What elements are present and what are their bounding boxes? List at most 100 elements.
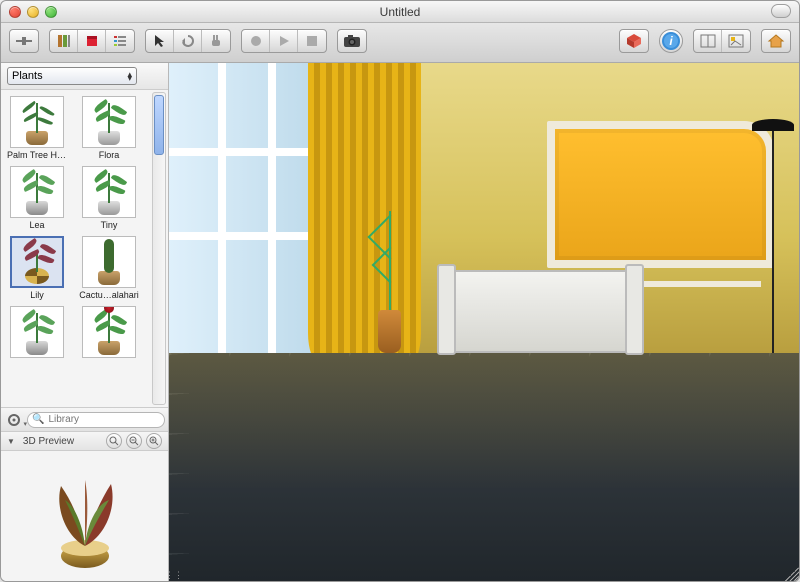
home-button[interactable] — [761, 29, 791, 53]
stop-button[interactable] — [298, 30, 326, 52]
info-icon: i — [661, 31, 681, 51]
record-button[interactable] — [242, 30, 270, 52]
library-item[interactable]: Lea — [7, 166, 67, 230]
library-red-icon — [84, 33, 100, 49]
close-window-button[interactable] — [9, 6, 21, 18]
3d-viewport[interactable]: ⋮⋮ — [169, 63, 799, 581]
plant-icon — [11, 97, 63, 147]
library-thumbnail — [82, 236, 136, 288]
view-picture-button[interactable] — [722, 30, 750, 52]
record-group — [241, 29, 327, 53]
plant-icon — [11, 307, 63, 357]
plant-icon — [83, 307, 135, 357]
record-icon — [251, 36, 261, 46]
view-group — [693, 29, 751, 53]
zoom-in-icon — [149, 436, 159, 446]
stop-icon — [307, 36, 317, 46]
chevron-updown-icon: ▴▾ — [127, 72, 132, 80]
library-item-label: Cactu…alahari — [79, 290, 139, 300]
library-books-icon — [56, 33, 72, 49]
window-title: Untitled — [1, 5, 799, 19]
preview-3d[interactable] — [1, 451, 168, 581]
window-controls — [9, 6, 57, 18]
app-body: Plants ▴▾ Palm Tree High Flora Lea Tiny Lily… — [1, 63, 799, 581]
package-button[interactable] — [619, 29, 649, 53]
toolbar-pill-button[interactable] — [771, 4, 791, 18]
minimize-window-button[interactable] — [27, 6, 39, 18]
zoom-out-button[interactable] — [126, 433, 142, 449]
splitter-handle[interactable]: ⋮⋮ — [169, 569, 179, 581]
search-input[interactable] — [48, 414, 160, 425]
list-view-button[interactable] — [106, 30, 134, 52]
toolbar: i — [1, 23, 799, 63]
library-item-label: Tiny — [79, 220, 139, 230]
zoom-in-button[interactable] — [146, 433, 162, 449]
package-icon — [625, 32, 643, 50]
library-thumbnail — [10, 96, 64, 148]
play-icon — [278, 35, 290, 47]
library-scrollbar[interactable] — [152, 92, 166, 405]
app-window: Untitled i — [0, 0, 800, 582]
zoom-reset-button[interactable] — [106, 433, 122, 449]
tool-group — [145, 29, 231, 53]
library-item[interactable] — [79, 306, 139, 360]
library-item[interactable]: Lily — [7, 236, 67, 300]
camera-icon — [343, 34, 361, 48]
scene-floor — [169, 353, 799, 581]
view-split-button[interactable] — [694, 30, 722, 52]
preview-header: ▼ 3D Preview — [1, 431, 168, 451]
camera-button[interactable] — [337, 29, 367, 53]
scene-plant — [371, 208, 409, 353]
library-item[interactable]: Flora — [79, 96, 139, 160]
disclosure-triangle-icon[interactable]: ▼ — [7, 437, 15, 446]
plant-icon — [12, 238, 62, 286]
pan-tool-icon — [208, 33, 224, 49]
library-item-label: Palm Tree High — [7, 150, 67, 160]
sidebar-toggle-button[interactable] — [9, 29, 39, 53]
library-thumbnail — [82, 96, 136, 148]
library-item-label: Lea — [7, 220, 67, 230]
library-item[interactable] — [7, 306, 67, 360]
rotate-tool-button[interactable] — [174, 30, 202, 52]
library-thumbnail — [82, 166, 136, 218]
library-thumbnail — [10, 306, 64, 358]
category-row: Plants ▴▾ — [1, 63, 168, 90]
library-grid: Palm Tree High Flora Lea Tiny Lily Cactu…alah… — [1, 90, 168, 407]
zoom-window-button[interactable] — [45, 6, 57, 18]
category-select[interactable]: Plants ▴▾ — [7, 67, 137, 85]
preview-plant-icon — [25, 456, 145, 576]
library-item-label: Flora — [79, 150, 139, 160]
info-button[interactable]: i — [659, 29, 683, 53]
library-item[interactable]: Tiny — [79, 166, 139, 230]
preview-title: 3D Preview — [23, 436, 74, 447]
library-item[interactable]: Cactu…alahari — [79, 236, 139, 300]
category-select-value: Plants — [12, 70, 43, 82]
library-sidebar: Plants ▴▾ Palm Tree High Flora Lea Tiny Lily… — [1, 63, 169, 581]
library-red-button[interactable] — [78, 30, 106, 52]
resize-handle[interactable] — [785, 567, 799, 581]
sidebar-toggle-icon — [16, 35, 32, 47]
scene-window — [169, 63, 327, 353]
play-button[interactable] — [270, 30, 298, 52]
pointer-tool-button[interactable] — [146, 30, 174, 52]
library-books-button[interactable] — [50, 30, 78, 52]
library-thumbnail — [82, 306, 136, 358]
library-thumbnail — [10, 166, 64, 218]
scene-lamp — [772, 125, 774, 353]
pointer-tool-icon — [153, 34, 167, 48]
preview-zoom-controls — [106, 433, 162, 449]
library-thumbnail — [10, 236, 64, 288]
scene-sofa — [446, 270, 635, 353]
plant-icon — [83, 167, 135, 217]
plant-icon — [83, 97, 135, 147]
plant-icon — [83, 237, 135, 287]
gear-icon — [7, 413, 21, 427]
library-search[interactable]: 🔍 — [27, 412, 165, 428]
plant-icon — [11, 167, 63, 217]
gear-menu-button[interactable] — [7, 412, 21, 428]
list-view-icon — [112, 33, 128, 49]
library-item[interactable]: Palm Tree High — [7, 96, 67, 160]
view-split-icon — [700, 34, 716, 48]
pan-tool-button[interactable] — [202, 30, 230, 52]
library-scroll-thumb[interactable] — [154, 95, 164, 155]
